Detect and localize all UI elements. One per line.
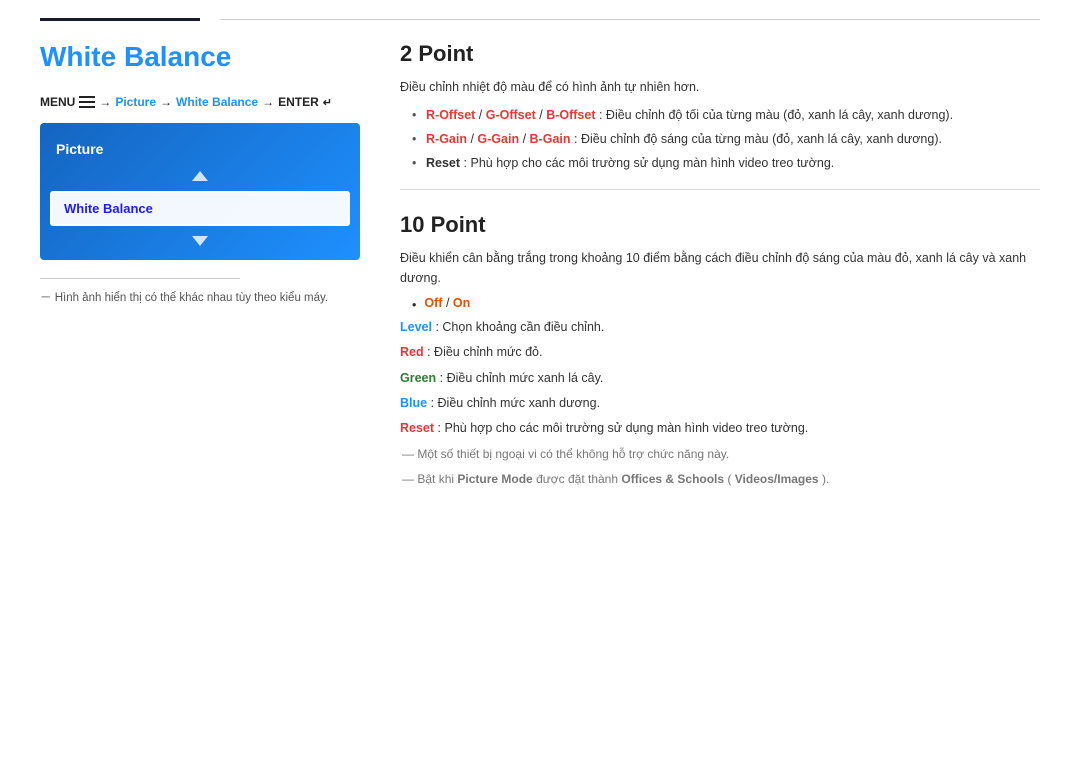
b-offset-label: B-Offset [546, 108, 595, 122]
sep1: / [479, 108, 486, 122]
section-divider [400, 189, 1040, 190]
menu-path-arrow2: → [160, 95, 172, 109]
menu-path-enter: ENTER [278, 95, 319, 109]
reset-desc-2point: : Phù hợp cho các môi trường sử dụng màn… [464, 156, 835, 170]
reset-desc-10point: : Phù hợp cho các môi trường sử dụng màn… [438, 421, 809, 435]
footnote: － Hình ảnh hiển thị có thể khác nhau tùy… [40, 289, 360, 305]
off-on-bullet: • Off / On [412, 296, 1040, 312]
blue-desc: : Điều chỉnh mức xanh dương. [431, 396, 600, 410]
arrow-down-container[interactable] [40, 232, 360, 250]
note2-mid: được đặt thành [536, 472, 621, 486]
green-param: Green : Điều chỉnh mức xanh lá cây. [400, 368, 1040, 389]
menu-path-menu: MENU [40, 95, 75, 109]
page-title: White Balance [40, 41, 360, 73]
green-label: Green [400, 371, 436, 385]
content-area: White Balance MENU → Picture → White Bal… [0, 21, 1080, 530]
top-bar-left-line [40, 18, 200, 21]
menu-path-picture: Picture [115, 95, 156, 109]
level-desc: : Chọn khoảng cần điều chỉnh. [435, 320, 604, 334]
reset-label-2point: Reset [426, 156, 460, 170]
red-label: Red [400, 345, 424, 359]
note2-prefix: Bật khi [417, 472, 457, 486]
r-offset-label: R-Offset [426, 108, 475, 122]
section-2point-desc: Điều chỉnh nhiệt độ màu để có hình ảnh t… [400, 77, 1040, 97]
b-gain-label: B-Gain [530, 132, 571, 146]
arrow-up-container[interactable] [40, 167, 360, 185]
offices-schools-label: Offices & Schools [621, 472, 724, 486]
right-column: 2 Point Điều chỉnh nhiệt độ màu để có hì… [400, 41, 1040, 490]
off-on-sep: / [446, 296, 453, 310]
note-2: Bật khi Picture Mode được đặt thành Offi… [400, 470, 1040, 489]
note-1: Một số thiết bị ngoại vi có thể không hỗ… [400, 445, 1040, 464]
g-gain-label: G-Gain [477, 132, 519, 146]
on-label: On [453, 296, 470, 310]
picture-mode-label: Picture Mode [457, 472, 532, 486]
section-10point-title: 10 Point [400, 212, 1040, 238]
offset-desc: : Điều chỉnh độ tối của từng màu (đỏ, xa… [599, 108, 953, 122]
left-divider [40, 278, 240, 279]
menu-path-arrow3: → [262, 95, 274, 109]
menu-path: MENU → Picture → White Balance → ENTER ↵ [40, 95, 360, 109]
enter-icon: ↵ [323, 96, 332, 109]
bullet-dot: • [412, 298, 416, 312]
reset-param: Reset : Phù hợp cho các môi trường sử dụ… [400, 418, 1040, 439]
menu-icon [79, 96, 95, 108]
left-column: White Balance MENU → Picture → White Bal… [40, 41, 360, 490]
g-offset-label: G-Offset [486, 108, 536, 122]
blue-label: Blue [400, 396, 427, 410]
menu-path-whitebalance: White Balance [176, 95, 258, 109]
top-bar [0, 0, 1080, 21]
section-2point-title: 2 Point [400, 41, 1040, 67]
note2-paren-open: ( [727, 472, 731, 486]
picture-menu: Picture White Balance [40, 123, 360, 260]
menu-path-arrow1: → [99, 95, 111, 109]
bullet-offset: R-Offset / G-Offset / B-Offset : Điều ch… [412, 105, 1040, 125]
red-param: Red : Điều chỉnh mức đỏ. [400, 342, 1040, 363]
bullet-gain: R-Gain / G-Gain / B-Gain : Điều chỉnh độ… [412, 129, 1040, 149]
white-balance-menu-item[interactable]: White Balance [50, 191, 350, 226]
blue-param: Blue : Điều chỉnh mức xanh dương. [400, 393, 1040, 414]
note2-paren-close: ). [822, 472, 829, 486]
section-2point: 2 Point Điều chỉnh nhiệt độ màu để có hì… [400, 41, 1040, 173]
green-desc: : Điều chỉnh mức xanh lá cây. [440, 371, 604, 385]
top-bar-right-line [220, 19, 1040, 20]
gain-desc: : Điều chỉnh độ sáng của từng màu (đỏ, x… [574, 132, 942, 146]
level-label: Level [400, 320, 432, 334]
section-10point: 10 Point Điều khiển cân bằng trắng trong… [400, 212, 1040, 490]
bullet-reset-2point: Reset : Phù hợp cho các môi trường sử dụ… [412, 153, 1040, 173]
section-10point-desc: Điều khiển cân bằng trắng trong khoảng 1… [400, 248, 1040, 288]
arrow-up-icon[interactable] [192, 171, 208, 181]
r-gain-label: R-Gain [426, 132, 467, 146]
reset-label-10point: Reset [400, 421, 434, 435]
sep4: / [523, 132, 530, 146]
videos-images-label: Videos/Images [735, 472, 819, 486]
arrow-down-icon[interactable] [192, 236, 208, 246]
section-2point-bullets: R-Offset / G-Offset / B-Offset : Điều ch… [412, 105, 1040, 173]
off-label: Off [424, 296, 442, 310]
picture-menu-header: Picture [40, 133, 360, 167]
red-desc: : Điều chỉnh mức đỏ. [427, 345, 542, 359]
level-param: Level : Chọn khoảng cần điều chỉnh. [400, 317, 1040, 338]
